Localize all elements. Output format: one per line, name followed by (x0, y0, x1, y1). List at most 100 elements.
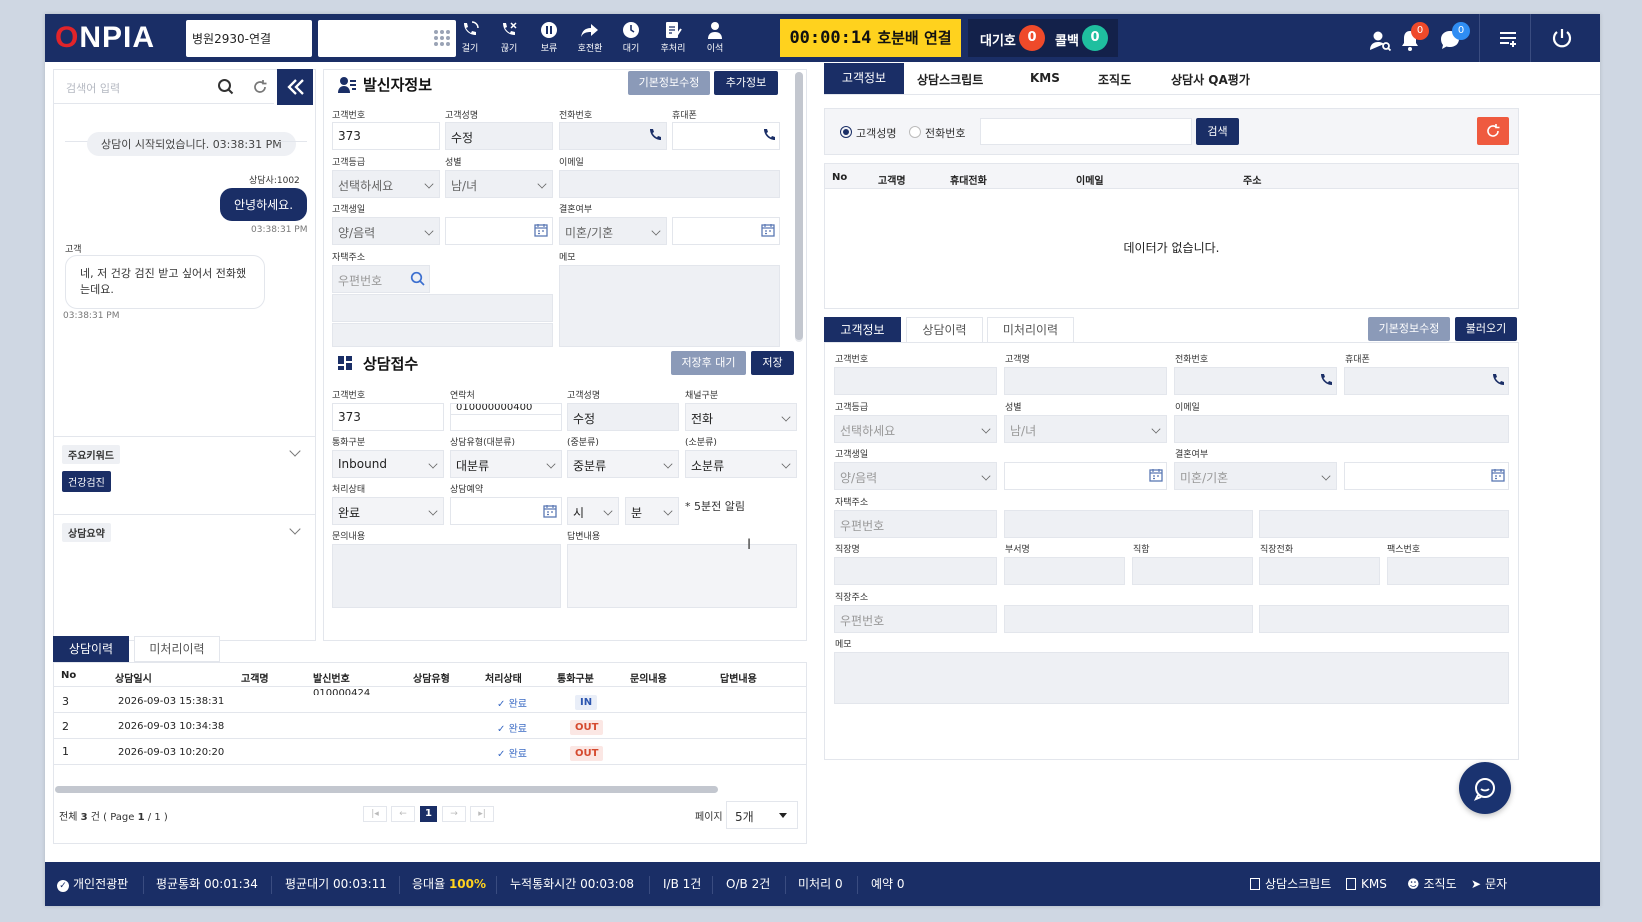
queue-count[interactable]: 0 (1019, 25, 1045, 51)
sms-link[interactable]: ➤ 문자 (1471, 862, 1507, 906)
detail-phone[interactable] (1174, 367, 1337, 395)
tab-qa[interactable]: 상담사 QA평가 (1171, 71, 1250, 88)
detail-email[interactable] (1174, 415, 1509, 443)
horizontal-scrollbar[interactable] (55, 786, 718, 793)
list-menu-icon[interactable] (1497, 27, 1523, 53)
detail-memo[interactable] (834, 652, 1509, 704)
subtab-history[interactable]: 상담이력 (906, 317, 983, 343)
away-button[interactable]: 이석 (695, 18, 735, 60)
phone-icon[interactable] (1491, 373, 1505, 387)
address-field-2[interactable] (332, 323, 553, 347)
hangup-button[interactable]: 끊기 (489, 18, 529, 60)
detail-work-zip[interactable]: 우편번호 (834, 605, 997, 633)
keyword-tag[interactable]: 건강검진 (62, 471, 111, 492)
search-icon[interactable] (410, 271, 425, 286)
reset-button[interactable] (1477, 117, 1509, 145)
birth-type-select[interactable]: 양/음력 (332, 217, 440, 245)
reception-cust-no-field[interactable]: 373 (332, 403, 444, 431)
type-small-select[interactable]: 소분류 (685, 450, 797, 478)
calendar-icon[interactable] (543, 504, 557, 518)
gender-select[interactable]: 남/녀 (445, 170, 553, 198)
cust-name-field[interactable]: 수정 (445, 122, 553, 150)
chat-search-input[interactable]: 검색어 입력 (54, 70, 274, 104)
subtab-pending[interactable]: 미처리이력 (987, 317, 1074, 343)
hold-button[interactable]: 보류 (529, 18, 569, 60)
hour-select[interactable]: 시 (567, 497, 619, 525)
detail-address-1[interactable] (1004, 510, 1253, 538)
power-icon[interactable] (1550, 26, 1576, 52)
married-select[interactable]: 미혼/기혼 (559, 217, 667, 245)
more-info-button[interactable]: 추가정보 (714, 71, 778, 95)
dialpad-icon[interactable] (434, 30, 450, 46)
edit-basic-info-button[interactable]: 기본정보수정 (1368, 317, 1450, 341)
after-work-button[interactable]: 후처리 (653, 18, 693, 60)
radio-phone[interactable] (909, 126, 921, 138)
phone-icon[interactable] (762, 128, 776, 142)
transfer-button[interactable]: 호전환 (570, 18, 610, 60)
detail-position[interactable] (1132, 557, 1253, 585)
page-size-select[interactable]: 5개 (726, 801, 798, 829)
type-medium-select[interactable]: 중분류 (567, 450, 679, 478)
detail-zip[interactable]: 우편번호 (834, 510, 997, 538)
detail-address-2[interactable] (1259, 510, 1509, 538)
detail-married-date[interactable] (1344, 462, 1509, 490)
line-name-field[interactable]: 병원2930-연결 (186, 20, 312, 57)
email-field[interactable] (559, 170, 780, 198)
status-select[interactable]: 완료 (332, 497, 444, 525)
tab-org-chart[interactable]: 조직도 (1098, 71, 1131, 88)
detail-married-select[interactable]: 미혼/기혼 (1174, 462, 1337, 490)
refresh-icon[interactable] (251, 78, 269, 96)
detail-cust-name[interactable] (1004, 367, 1167, 395)
kms-link[interactable]: KMS (1346, 862, 1387, 906)
callback-count[interactable]: 0 (1082, 25, 1108, 51)
save-and-wait-button[interactable]: 저장후 대기 (671, 351, 746, 375)
phone-icon[interactable] (1319, 373, 1333, 387)
detail-grade-select[interactable]: 선택하세요 (834, 415, 997, 443)
org-chart-link[interactable]: ☻ 조직도 (1407, 862, 1457, 906)
radio-name[interactable] (840, 126, 852, 138)
detail-work-address-1[interactable] (1004, 605, 1253, 633)
channel-select[interactable]: 전화 (685, 403, 797, 431)
detail-birth-date[interactable] (1004, 462, 1167, 490)
call-button[interactable]: 걸기 (450, 18, 490, 60)
address-field-1[interactable] (332, 294, 553, 322)
phone-icon[interactable] (648, 128, 662, 142)
tab-consult-history[interactable]: 상담이력 (53, 636, 129, 662)
minute-select[interactable]: 분 (625, 497, 679, 525)
memo-field[interactable] (559, 265, 780, 347)
detail-work-phone[interactable] (1259, 557, 1380, 585)
detail-company[interactable] (834, 557, 997, 585)
call-type-select[interactable]: Inbound (332, 450, 444, 478)
detail-gender-select[interactable]: 남/녀 (1004, 415, 1167, 443)
calendar-icon[interactable] (761, 223, 775, 237)
calendar-icon[interactable] (1491, 468, 1505, 482)
load-button[interactable]: 불러오기 (1455, 317, 1517, 341)
cust-no-field[interactable]: 373 (332, 122, 440, 150)
prev-page-icon[interactable]: ← (391, 806, 415, 822)
tab-customer-info[interactable]: 고객정보 (824, 63, 904, 94)
dashboard-link[interactable]: ✓ 개인전광판 (57, 862, 128, 906)
reception-cust-name-field[interactable]: 수정 (567, 403, 679, 431)
detail-work-address-2[interactable] (1259, 605, 1509, 633)
subtab-customer-info[interactable]: 고객정보 (824, 317, 901, 343)
detail-fax[interactable] (1387, 557, 1509, 585)
tab-pending-history[interactable]: 미처리이력 (134, 636, 220, 662)
calendar-icon[interactable] (1149, 468, 1163, 482)
inquiry-field[interactable] (332, 544, 561, 608)
current-page-button[interactable]: 1 (420, 806, 437, 822)
answer-field[interactable] (567, 544, 797, 608)
first-page-icon[interactable]: |◂ (363, 806, 387, 822)
save-button[interactable]: 저장 (751, 351, 794, 375)
detail-birth-select[interactable]: 양/음력 (834, 462, 997, 490)
last-page-icon[interactable]: ▸| (470, 806, 494, 822)
detail-cust-no[interactable] (834, 367, 997, 395)
wait-button[interactable]: 대기 (611, 18, 651, 60)
user-search-icon[interactable] (1368, 28, 1394, 54)
chatbot-button[interactable] (1459, 762, 1511, 814)
tab-script[interactable]: 상담스크립트 (917, 71, 983, 88)
script-link[interactable]: 상담스크립트 (1250, 862, 1331, 906)
next-page-icon[interactable]: → (442, 806, 466, 822)
customer-search-input[interactable] (980, 118, 1192, 145)
type-large-select[interactable]: 대분류 (450, 450, 562, 478)
detail-mobile[interactable] (1344, 367, 1509, 395)
